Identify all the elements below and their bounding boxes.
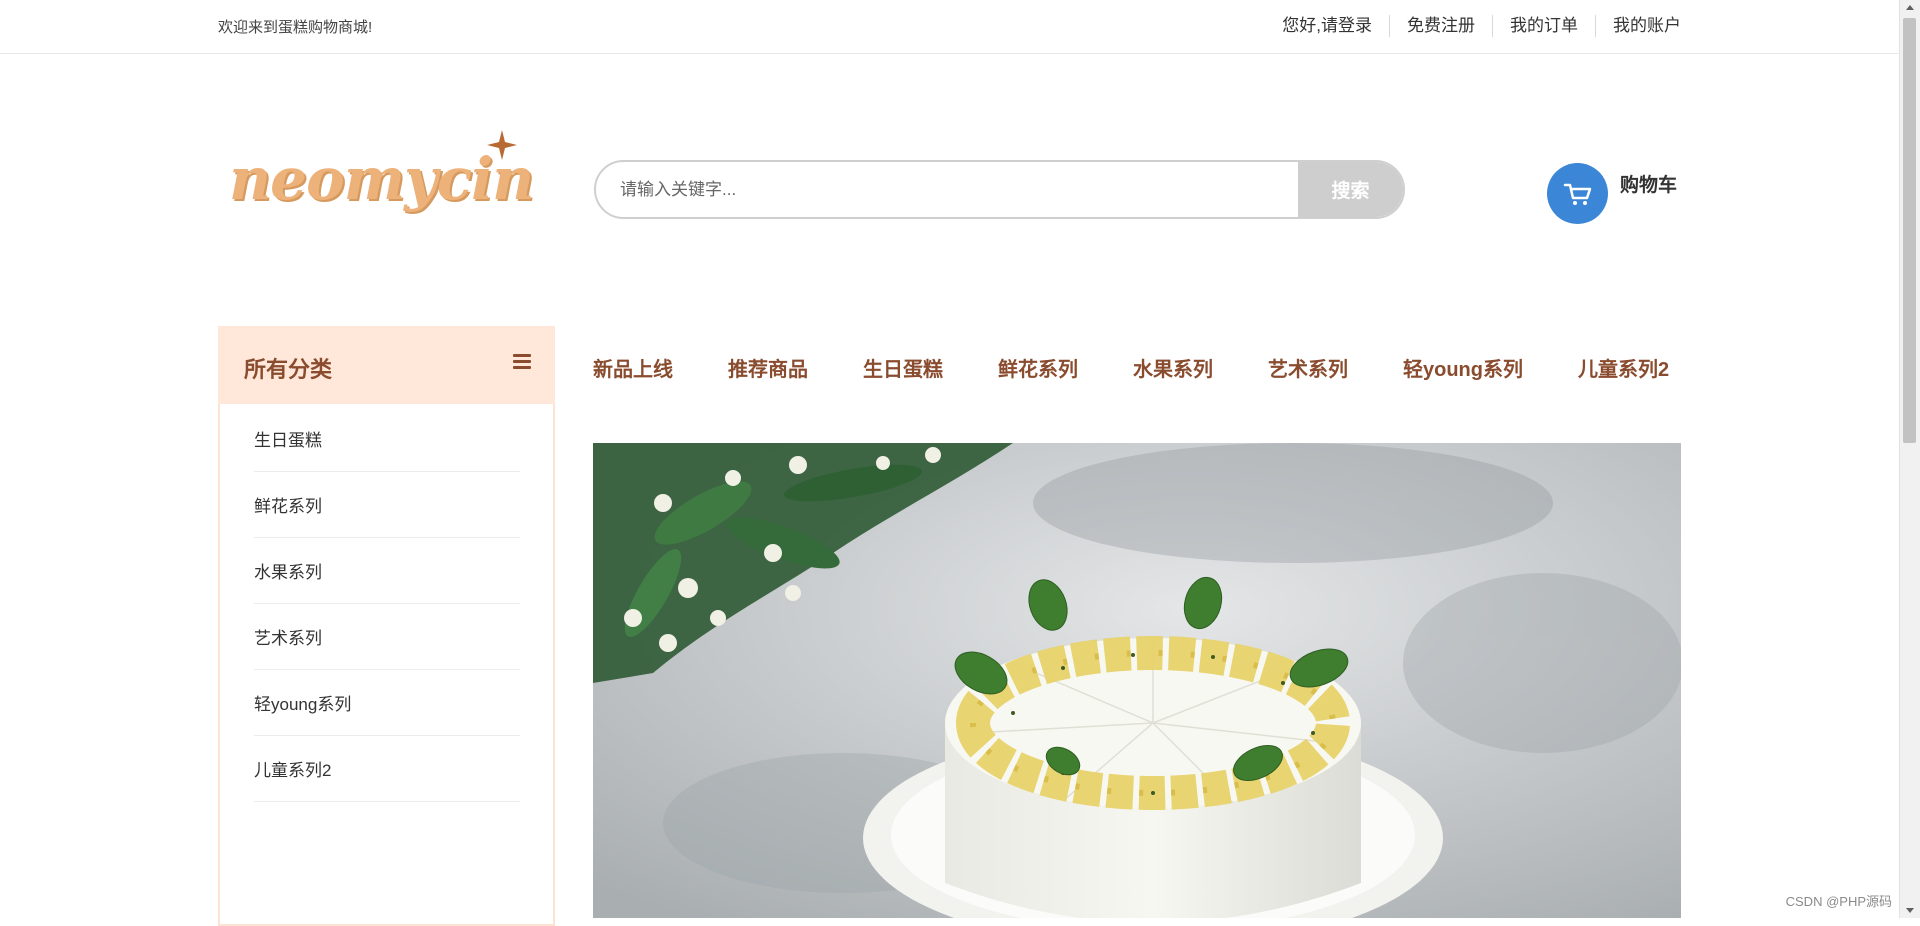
category-item-birthday-cake[interactable]: 生日蛋糕 — [254, 406, 520, 472]
login-link[interactable]: 您好,请登录 — [1265, 15, 1389, 37]
nav-item-birthday-cake[interactable]: 生日蛋糕 — [863, 353, 943, 382]
nav-item-new[interactable]: 新品上线 — [593, 353, 673, 382]
category-item-flower-series[interactable]: 鲜花系列 — [254, 472, 520, 538]
category-item-young-series[interactable]: 轻young系列 — [254, 670, 520, 736]
search-button[interactable]: 搜索 — [1298, 162, 1403, 217]
nav-item-recommended[interactable]: 推荐商品 — [728, 353, 808, 382]
my-account-link[interactable]: 我的账户 — [1595, 15, 1681, 37]
menu-icon[interactable] — [513, 354, 531, 372]
scroll-up-arrow-icon[interactable] — [1906, 5, 1914, 10]
nav-item-art-series[interactable]: 艺术系列 — [1268, 353, 1348, 382]
search-bar: 搜索 — [594, 160, 1405, 219]
register-link[interactable]: 免费注册 — [1389, 15, 1492, 37]
scroll-down-arrow-icon[interactable] — [1906, 908, 1914, 913]
category-item-fruit-series[interactable]: 水果系列 — [254, 538, 520, 604]
cake-illustration — [593, 443, 1681, 918]
category-item-kids-series[interactable]: 儿童系列2 — [254, 736, 520, 802]
search-input[interactable] — [596, 162, 1301, 217]
category-item-art-series[interactable]: 艺术系列 — [254, 604, 520, 670]
cart-icon[interactable] — [1547, 163, 1608, 224]
nav-item-flower-series[interactable]: 鲜花系列 — [998, 353, 1078, 382]
top-bar: 欢迎来到蛋糕购物商城! 您好,请登录 免费注册 我的订单 我的账户 — [0, 0, 1900, 54]
main-nav: 新品上线 推荐商品 生日蛋糕 鲜花系列 水果系列 艺术系列 轻young系列 儿… — [593, 353, 1669, 382]
category-header[interactable]: 所有分类 — [218, 326, 555, 404]
top-links: 您好,请登录 免费注册 我的订单 我的账户 — [1265, 15, 1681, 37]
cart-label[interactable]: 购物车 — [1620, 170, 1677, 197]
my-orders-link[interactable]: 我的订单 — [1492, 15, 1595, 37]
cart[interactable]: 购物车 — [1547, 163, 1677, 224]
sparkle-icon — [487, 130, 517, 160]
page-scrollbar[interactable] — [1899, 0, 1920, 918]
watermark: CSDN @PHP源码 — [1785, 894, 1892, 909]
nav-item-kids-series[interactable]: 儿童系列2 — [1578, 353, 1669, 382]
category-list: 生日蛋糕 鲜花系列 水果系列 艺术系列 轻young系列 儿童系列2 — [254, 406, 520, 802]
welcome-text: 欢迎来到蛋糕购物商城! — [218, 19, 373, 36]
scroll-thumb[interactable] — [1903, 18, 1916, 443]
nav-item-fruit-series[interactable]: 水果系列 — [1133, 353, 1213, 382]
banner-image[interactable] — [593, 443, 1681, 918]
category-title: 所有分类 — [244, 357, 333, 382]
nav-item-young-series[interactable]: 轻young系列 — [1403, 353, 1523, 382]
site-logo[interactable]: neomycin — [225, 125, 534, 235]
